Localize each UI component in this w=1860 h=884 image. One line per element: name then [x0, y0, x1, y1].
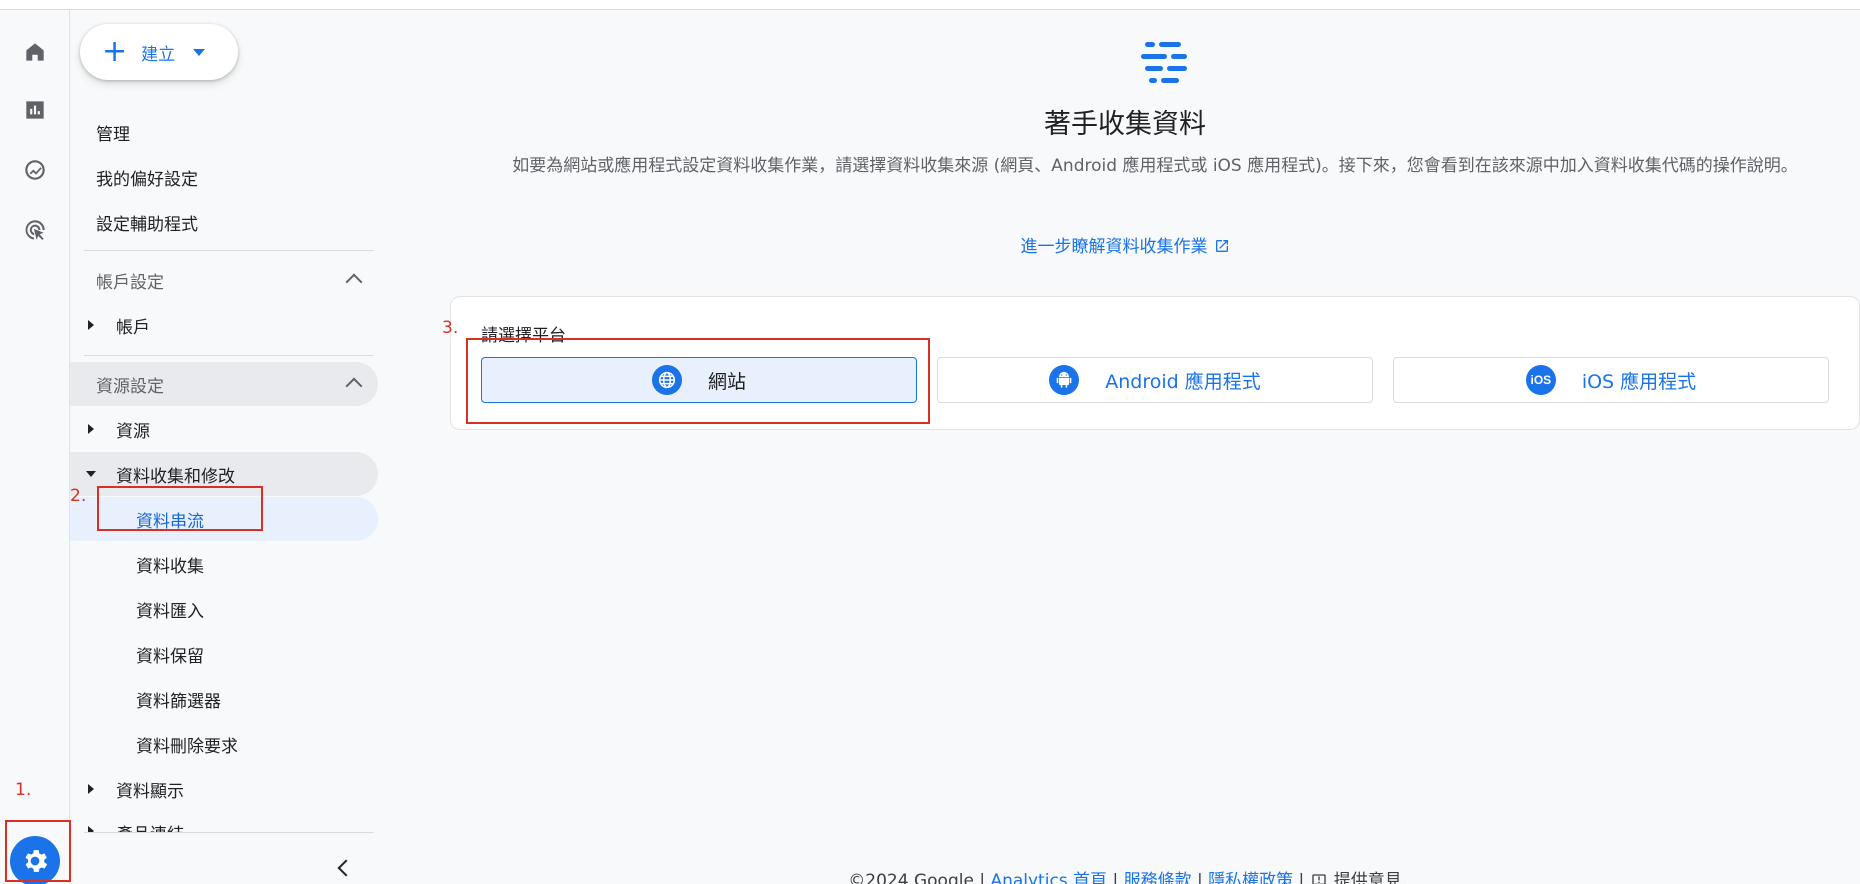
explore-icon[interactable]: [15, 150, 55, 190]
platform-ios-button[interactable]: iOS iOS 應用程式: [1393, 357, 1829, 403]
reports-icon[interactable]: [15, 90, 55, 130]
sidebar-item-label: 產品連結: [116, 820, 184, 832]
create-button[interactable]: + 建立: [80, 24, 238, 80]
data-collection-hero-icon: [1141, 42, 1187, 83]
sidebar-item-data-collection[interactable]: 資料收集: [70, 542, 378, 586]
sidebar-item-label: 資料收集: [136, 556, 204, 577]
annotation-step-2: 2.: [70, 486, 87, 506]
section-title: 資源設定: [96, 376, 164, 397]
sidebar-item-label: 資料刪除要求: [136, 736, 238, 757]
sidebar-item-label: 資料匯入: [136, 601, 204, 622]
ios-icon: iOS: [1525, 365, 1556, 395]
page-title: 著手收集資料: [1044, 109, 1206, 140]
annotation-step-3: 3.: [442, 318, 459, 338]
footer-separator: |: [1293, 871, 1310, 884]
create-button-label: 建立: [141, 44, 176, 65]
platform-label: Android 應用程式: [1105, 370, 1261, 393]
divider: [84, 832, 374, 833]
footer-analytics-home-link[interactable]: Analytics 首頁: [990, 871, 1107, 884]
feedback-icon: [1312, 874, 1326, 884]
sidebar-item-label: 資料收集和修改: [116, 466, 235, 487]
sidebar-item-product-links[interactable]: 產品連結: [70, 812, 378, 832]
footer-privacy-link[interactable]: 隱私權政策: [1208, 871, 1293, 884]
sidebar-item-property[interactable]: 資源: [70, 407, 378, 451]
sidebar-item-label: 管理: [96, 124, 130, 145]
main-content: 著手收集資料 如要為網站或應用程式設定資料收集作業，請選擇資料收集來源 (網頁、…: [390, 10, 1860, 884]
platform-label: iOS 應用程式: [1581, 370, 1697, 393]
annotation-box-1: [5, 820, 71, 882]
footer-copyright: ©2024 Google |: [848, 871, 991, 884]
plus-icon: +: [102, 34, 128, 69]
external-link-icon: [1215, 240, 1228, 252]
learn-more-link[interactable]: 進一步瞭解資料收集作業: [390, 232, 1860, 257]
sidebar-item-label: 我的偏好設定: [96, 169, 198, 190]
home-icon[interactable]: [15, 32, 55, 72]
sidebar-item-label: 設定輔助程式: [96, 214, 198, 235]
sidebar-item-label: 帳戶: [116, 317, 150, 338]
expand-arrow-icon: [88, 424, 94, 434]
chevron-up-icon: [345, 273, 363, 291]
divider: [84, 355, 374, 356]
divider: [84, 250, 374, 251]
page-description: 如要為網站或應用程式設定資料收集作業，請選擇資料收集來源 (網頁、Android…: [512, 156, 1798, 176]
feedback-label: 提供意見: [1333, 871, 1402, 884]
expand-arrow-icon: [88, 320, 94, 330]
top-bar: [0, 0, 1860, 10]
footer-feedback-link[interactable]: 提供意見: [1310, 871, 1402, 884]
sidebar-item-label: 資料顯示: [116, 781, 184, 802]
section-property-settings[interactable]: 資源設定: [70, 362, 378, 406]
sidebar-item-preferences[interactable]: 我的偏好設定: [70, 155, 378, 199]
sidebar-item-data-import[interactable]: 資料匯入: [70, 587, 378, 631]
collapse-sidebar-chevron-icon[interactable]: [337, 859, 355, 877]
sidebar-item-account[interactable]: 帳戶: [70, 303, 378, 347]
section-account-settings[interactable]: 帳戶設定: [70, 258, 378, 302]
footer-separator: |: [1191, 871, 1209, 884]
sidebar-item-admin[interactable]: 管理: [70, 110, 378, 154]
expand-arrow-icon: [88, 784, 94, 794]
sidebar-item-setup-assistant[interactable]: 設定輔助程式: [70, 200, 378, 244]
annotation-box-2: [97, 486, 263, 531]
learn-more-label: 進一步瞭解資料收集作業: [1020, 237, 1208, 257]
left-rail: [0, 10, 70, 884]
footer: ©2024 Google | Analytics 首頁 | 服務條款 | 隱私權…: [390, 866, 1860, 884]
sidebar-item-data-deletion-requests[interactable]: 資料刪除要求: [70, 722, 378, 766]
sidebar-item-label: 資料篩選器: [136, 691, 221, 712]
sidebar-item-data-display[interactable]: 資料顯示: [70, 767, 378, 811]
sidebar-item-data-filters[interactable]: 資料篩選器: [70, 677, 378, 721]
chevron-up-icon: [345, 377, 363, 395]
sidebar-item-label: 資源: [116, 421, 150, 442]
footer-separator: |: [1107, 871, 1124, 884]
platform-android-button[interactable]: Android 應用程式: [937, 357, 1373, 403]
sidebar-item-data-retention[interactable]: 資料保留: [70, 632, 378, 676]
caret-down-icon: [193, 48, 206, 56]
android-icon: [1049, 365, 1080, 395]
annotation-box-3: [466, 338, 930, 424]
footer-terms-link[interactable]: 服務條款: [1124, 871, 1192, 884]
sidebar-item-label: 資料保留: [136, 646, 204, 667]
admin-sidebar: + 建立 管理 我的偏好設定 設定輔助程式 帳戶設定 帳戶 資源設定 資源 資料…: [70, 10, 390, 884]
collapse-arrow-icon: [86, 471, 96, 477]
advertising-icon[interactable]: [15, 210, 55, 250]
annotation-step-1: 1.: [15, 780, 32, 800]
section-title: 帳戶設定: [96, 272, 164, 293]
